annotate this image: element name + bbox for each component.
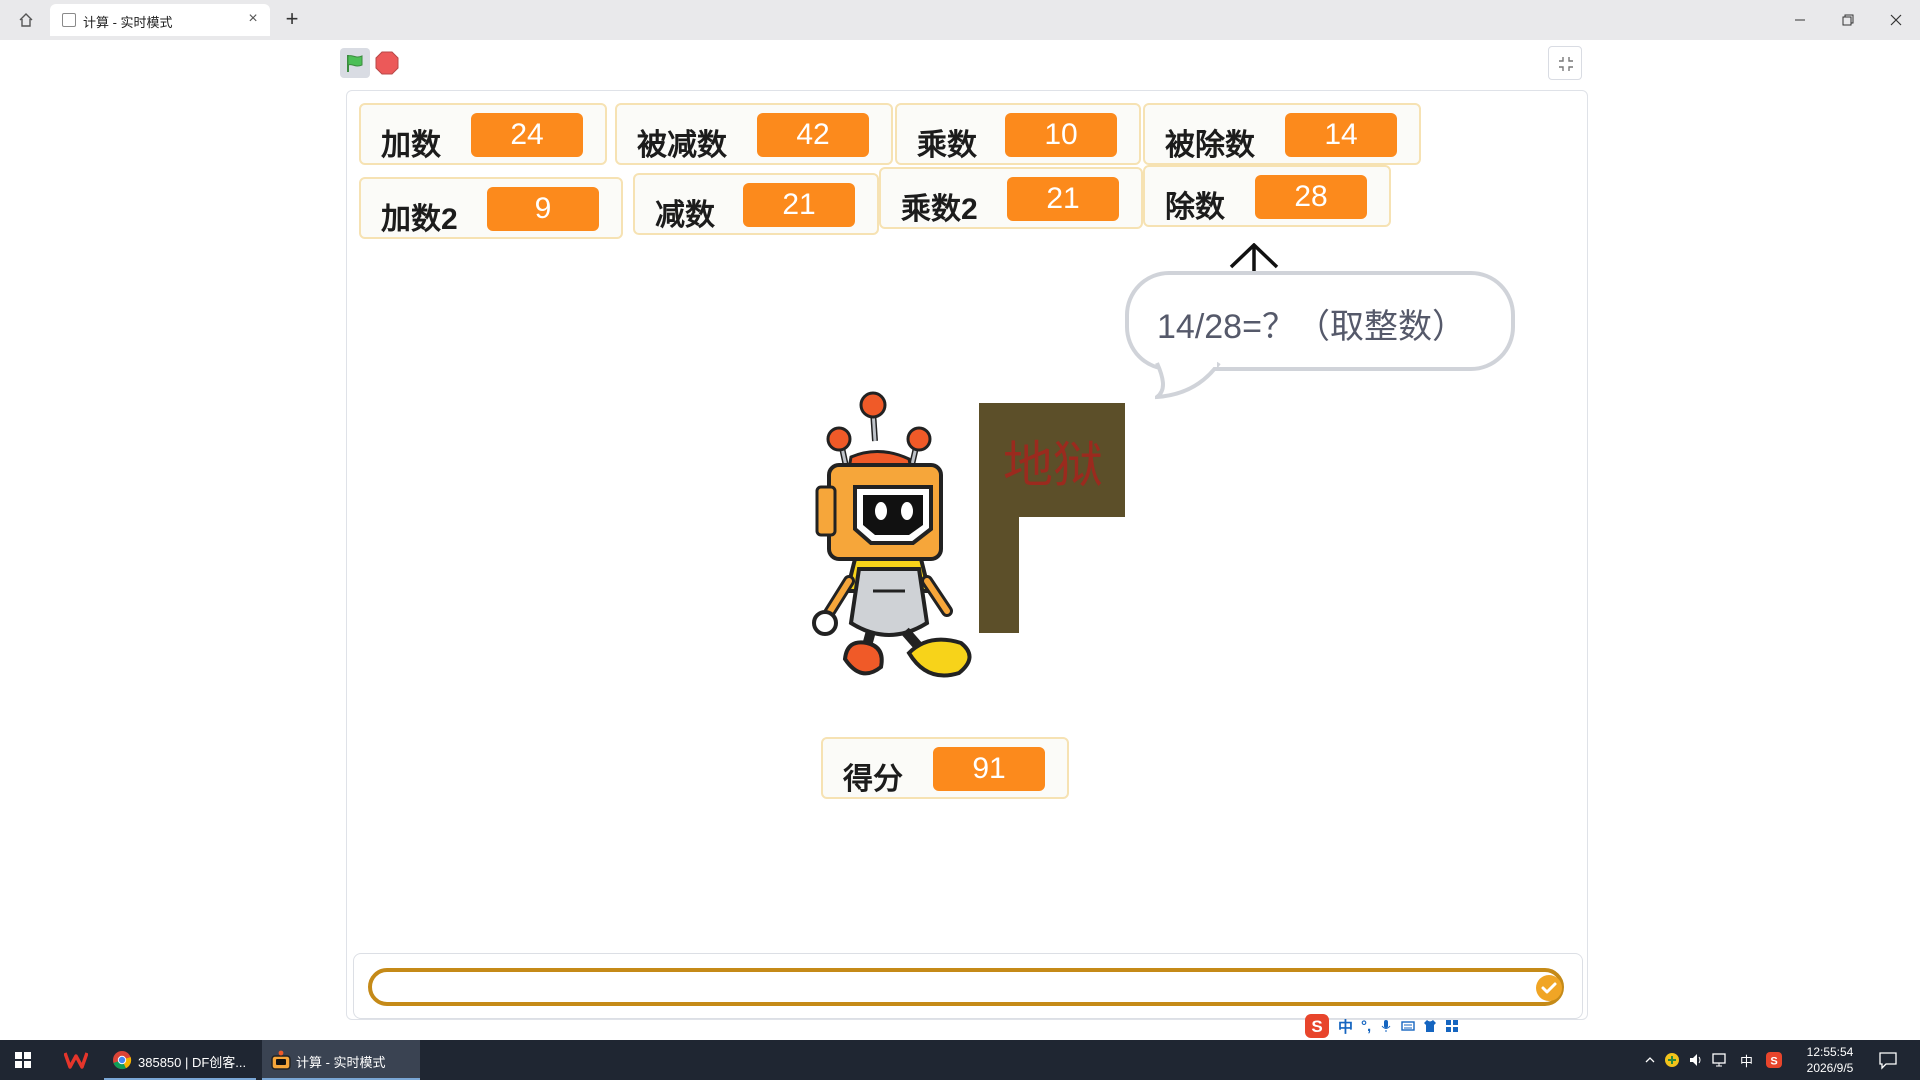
monitor-label: 乘数2: [901, 193, 978, 226]
microphone-icon[interactable]: [1379, 1019, 1393, 1033]
window-close-icon: [1890, 14, 1902, 26]
stop-icon: [375, 51, 399, 75]
monitor-label: 乘数: [917, 129, 977, 162]
minimize-button[interactable]: [1776, 0, 1824, 40]
restore-button[interactable]: [1824, 0, 1872, 40]
restore-icon: [1842, 14, 1854, 26]
robot-sprite[interactable]: [809, 391, 1009, 681]
monitor-value: 10: [1005, 113, 1117, 157]
monitor-multiplier: 乘数 10: [895, 103, 1141, 165]
monitor-value: 42: [757, 113, 869, 157]
speech-text: 14/28=？（取整数）: [1157, 308, 1466, 346]
monitor-addend: 加数 24: [359, 103, 607, 165]
submit-answer-button[interactable]: [1536, 975, 1562, 1001]
browser-tab-bar: 计算 - 实时模式 × +: [0, 0, 1920, 40]
new-tab-button[interactable]: +: [278, 6, 306, 34]
stage: 加数 24 被减数 42 乘数 10 被除数 14 加数2 9 减数 21 乘数…: [346, 90, 1588, 1020]
taskbar: 385850 | DF创客... 计算 - 实时模式 中 S 12:55:54 …: [0, 1040, 1920, 1080]
monitor-label: 被减数: [637, 129, 727, 162]
monitor-label: 加数2: [381, 203, 458, 236]
check-icon: [1541, 982, 1557, 994]
wps-icon: [64, 1052, 88, 1069]
clock-time: 12:55:54: [1806, 1045, 1854, 1059]
monitor-minuend: 被减数 42: [615, 103, 893, 165]
ime-indicator[interactable]: 中: [1740, 1051, 1753, 1070]
monitor-value: 21: [1007, 177, 1119, 221]
fullscreen-exit-button[interactable]: [1548, 46, 1582, 80]
sogou-icon[interactable]: S: [1304, 1013, 1330, 1039]
monitor-addend2: 加数2 9: [359, 177, 623, 239]
green-flag-icon: [347, 55, 363, 72]
taskbar-app-label: 计算 - 实时模式: [296, 1055, 386, 1070]
network-icon[interactable]: [1712, 1052, 1728, 1068]
windows-start-icon: [15, 1052, 31, 1068]
sign-text: 地狱: [1003, 436, 1103, 494]
start-button[interactable]: [0, 1040, 48, 1080]
browser-tab[interactable]: 计算 - 实时模式 ×: [50, 4, 270, 36]
monitor-value: 14: [1285, 113, 1397, 157]
monitor-score: 得分 91: [821, 737, 1069, 799]
monitor-subtrahend: 减数 21: [633, 173, 879, 235]
home-button[interactable]: [10, 6, 42, 34]
monitor-dividend: 被除数 14: [1143, 103, 1421, 165]
taskbar-app-label: 385850 | DF创客...: [138, 1055, 247, 1070]
fullscreen-exit-icon: [1559, 57, 1573, 71]
monitor-label: 减数: [655, 199, 715, 232]
monitor-divisor: 除数 28: [1143, 165, 1391, 227]
system-clock[interactable]: 12:55:54 2026/9/5: [1790, 1044, 1870, 1076]
ime-toolbar: S 中 °,: [1304, 1012, 1484, 1040]
home-icon: [19, 13, 33, 27]
taskbar-app-scratch[interactable]: 计算 - 实时模式: [262, 1040, 420, 1080]
stop-button[interactable]: [374, 50, 400, 76]
clock-date: 2026/9/5: [1806, 1061, 1854, 1075]
monitor-label: 除数: [1165, 191, 1225, 224]
answer-field[interactable]: [368, 968, 1564, 1006]
answer-input[interactable]: [388, 974, 1508, 1002]
keyboard-icon[interactable]: [1401, 1019, 1415, 1033]
speech-bubble: 14/28=？（取整数）: [1125, 271, 1515, 371]
monitor-multiplier2: 乘数2 21: [879, 167, 1143, 229]
monitor-value: 24: [471, 113, 583, 157]
monitor-label: 被除数: [1165, 129, 1255, 162]
monitor-value: 9: [487, 187, 599, 231]
volume-icon[interactable]: [1688, 1052, 1704, 1068]
scratch-icon: [271, 1050, 291, 1070]
taskbar-app-wps[interactable]: [56, 1040, 96, 1080]
tab-close-button[interactable]: ×: [243, 9, 263, 29]
toolbox-icon[interactable]: [1445, 1019, 1459, 1033]
skin-icon[interactable]: [1423, 1019, 1437, 1033]
minimize-icon: [1795, 19, 1805, 21]
page-favicon-icon: [62, 13, 76, 27]
monitor-value: 91: [933, 747, 1045, 791]
monitor-label: 加数: [381, 129, 441, 162]
speech-bubble-tail: [1155, 361, 1221, 400]
svg-text:S: S: [1770, 1056, 1777, 1068]
tab-title: 计算 - 实时模式: [83, 15, 173, 30]
sogou-tray-icon[interactable]: S: [1766, 1052, 1782, 1068]
security-icon[interactable]: [1664, 1052, 1680, 1068]
chrome-icon: [113, 1051, 132, 1070]
ime-punct-label[interactable]: °,: [1361, 1018, 1371, 1035]
ime-mode-label[interactable]: 中: [1338, 1016, 1353, 1037]
notification-icon[interactable]: [1878, 1050, 1898, 1070]
monitor-label: 得分: [843, 763, 903, 796]
monitor-value: 28: [1255, 175, 1367, 219]
monitor-value: 21: [743, 183, 855, 227]
answer-panel: [353, 953, 1583, 1019]
svg-text:S: S: [1311, 1017, 1322, 1036]
green-flag-button[interactable]: [340, 48, 370, 78]
taskbar-app-chrome[interactable]: 385850 | DF创客...: [104, 1040, 256, 1080]
chevron-up-icon[interactable]: [1644, 1054, 1656, 1066]
window-close-button[interactable]: [1872, 0, 1920, 40]
